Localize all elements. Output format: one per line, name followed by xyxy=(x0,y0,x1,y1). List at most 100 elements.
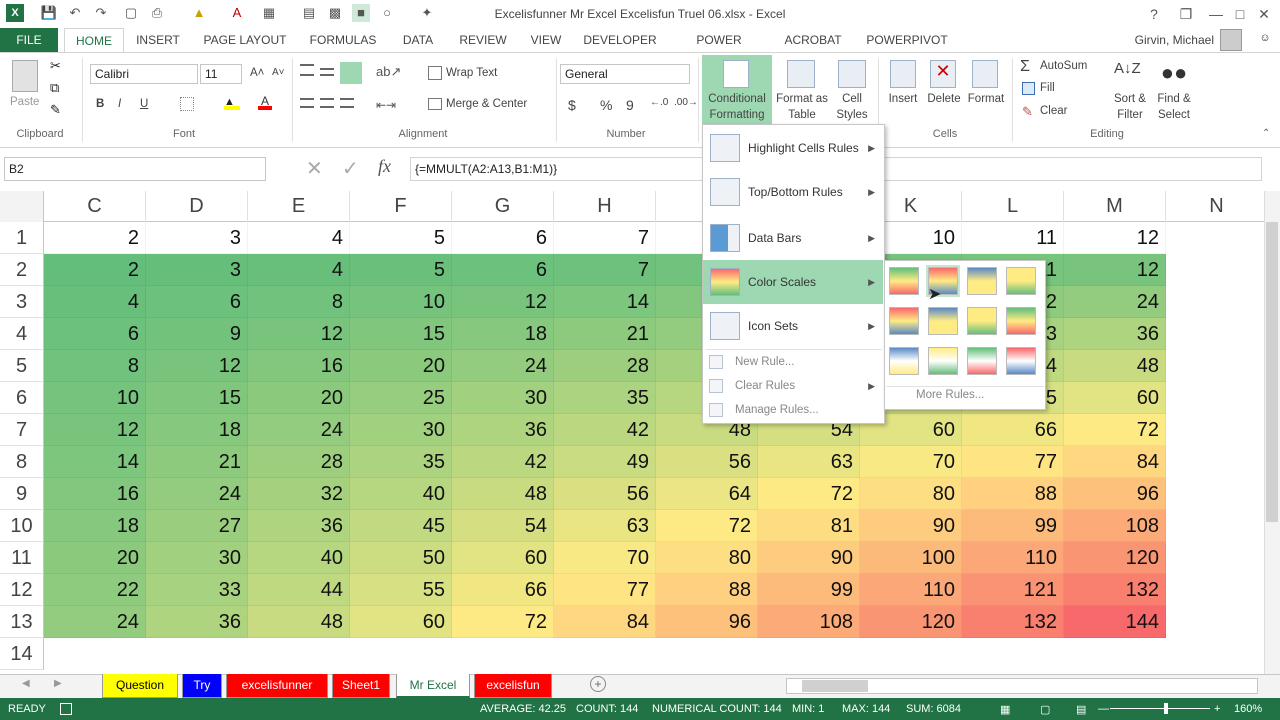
menu-item-color-scales[interactable]: Color Scales ▶ xyxy=(703,260,883,304)
table-cell[interactable]: 48 xyxy=(452,478,554,510)
currency-button[interactable]: $ xyxy=(568,97,576,113)
smiley-icon[interactable]: ☺ xyxy=(1256,32,1274,48)
menu-item-icon-sets[interactable]: Icon Sets ▶ xyxy=(703,304,883,348)
collapse-ribbon-icon[interactable]: ⌃ xyxy=(1262,128,1270,139)
color-scale-swatch[interactable] xyxy=(889,307,919,335)
normal-view-icon[interactable]: ▦ xyxy=(1000,703,1010,716)
tab-developer[interactable]: DEVELOPER xyxy=(582,28,658,52)
table-cell[interactable]: 55 xyxy=(350,574,452,606)
delete-cells-button[interactable]: Delete xyxy=(924,93,964,105)
row-header-12[interactable]: 12 xyxy=(0,574,44,606)
find-select-label-2[interactable]: Select xyxy=(1152,109,1196,121)
table-cell[interactable]: 48 xyxy=(248,606,350,638)
table-cell[interactable]: 6 xyxy=(146,286,248,318)
table-cell[interactable]: 108 xyxy=(1064,510,1166,542)
table-cell[interactable]: 72 xyxy=(758,478,860,510)
ribbon-display-button[interactable]: ❐ xyxy=(1172,4,1200,24)
column-header-f[interactable]: F xyxy=(350,191,452,222)
table-cell[interactable]: 132 xyxy=(1064,574,1166,606)
table-cell[interactable]: 90 xyxy=(758,542,860,574)
tab-page-layout[interactable]: PAGE LAYOUT xyxy=(200,28,290,52)
table-cell[interactable]: 36 xyxy=(1064,318,1166,350)
tab-formulas[interactable]: FORMULAS xyxy=(306,28,380,52)
table-cell[interactable]: 15 xyxy=(146,382,248,414)
align-bottom-icon[interactable] xyxy=(340,62,362,84)
format-as-table-label-2[interactable]: Table xyxy=(772,109,832,121)
prev-sheet-icon[interactable]: ◀ xyxy=(22,678,30,689)
sheet-tab[interactable]: Sheet1 xyxy=(332,674,390,698)
menu-item-clear-rules[interactable]: Clear Rules ▶ xyxy=(703,374,883,398)
enter-formula-icon[interactable]: ✓ xyxy=(342,156,359,181)
table-cell[interactable]: 42 xyxy=(452,446,554,478)
color-scale-swatch[interactable] xyxy=(889,347,919,375)
table-cell[interactable]: 132 xyxy=(962,606,1064,638)
color-scale-swatch[interactable] xyxy=(967,267,997,295)
table-cell[interactable]: 12 xyxy=(146,350,248,382)
format-as-table-icon[interactable] xyxy=(787,60,815,88)
table-cell[interactable]: 4 xyxy=(248,254,350,286)
table-cell[interactable]: 49 xyxy=(554,446,656,478)
table-cell[interactable]: 64 xyxy=(656,478,758,510)
font-size-box[interactable]: 11 xyxy=(200,64,242,84)
avatar[interactable] xyxy=(1220,29,1242,51)
column-header-d[interactable]: D xyxy=(146,191,248,222)
zoom-in-icon[interactable]: + xyxy=(1214,703,1220,715)
row-header-10[interactable]: 10 xyxy=(0,510,44,542)
underline-button[interactable]: U xyxy=(140,98,148,110)
table-cell[interactable]: 121 xyxy=(962,574,1064,606)
macro-record-icon[interactable] xyxy=(60,703,72,715)
table-cell[interactable]: 35 xyxy=(350,446,452,478)
table-cell[interactable]: 4 xyxy=(44,286,146,318)
italic-button[interactable]: I xyxy=(118,98,121,110)
align-middle-icon[interactable] xyxy=(320,68,334,76)
zoom-slider[interactable] xyxy=(1110,708,1210,709)
fill-button[interactable]: Fill xyxy=(1040,82,1055,94)
table-cell[interactable]: 14 xyxy=(554,286,656,318)
table-cell[interactable]: 42 xyxy=(554,414,656,446)
table-cell[interactable]: 5 xyxy=(350,254,452,286)
number-format-box[interactable]: General xyxy=(560,64,690,84)
zoom-out-icon[interactable]: — xyxy=(1098,703,1109,715)
table-cell[interactable]: 20 xyxy=(44,542,146,574)
merge-center-icon[interactable] xyxy=(428,98,442,110)
orientation-icon[interactable]: ab↗ xyxy=(376,64,401,80)
color-scale-swatch[interactable] xyxy=(928,307,958,335)
find-select-label-1[interactable]: Find & xyxy=(1152,93,1196,105)
table-cell[interactable]: 72 xyxy=(656,510,758,542)
table-cell[interactable]: 80 xyxy=(656,542,758,574)
user-name[interactable]: Girvin, Michael xyxy=(1110,28,1214,52)
table-cell[interactable]: 8 xyxy=(248,286,350,318)
table-cell[interactable]: 96 xyxy=(1064,478,1166,510)
menu-item-manage-rules[interactable]: Manage Rules... xyxy=(703,398,883,422)
zoom-slider-thumb[interactable] xyxy=(1164,703,1168,714)
zoom-level[interactable]: 160% xyxy=(1234,703,1262,715)
align-top-icon[interactable] xyxy=(300,64,314,76)
table-cell[interactable]: 66 xyxy=(452,574,554,606)
table-cell[interactable]: 24 xyxy=(452,350,554,382)
table-cell[interactable]: 30 xyxy=(146,542,248,574)
color-scale-swatch[interactable] xyxy=(1006,347,1036,375)
cell-styles-label-1[interactable]: Cell xyxy=(830,93,874,105)
table-cell[interactable]: 28 xyxy=(248,446,350,478)
table-cell[interactable]: 16 xyxy=(248,350,350,382)
align-right-icon[interactable] xyxy=(340,98,354,108)
table-cell[interactable]: 30 xyxy=(350,414,452,446)
table-cell[interactable]: 21 xyxy=(554,318,656,350)
table-cell[interactable]: 22 xyxy=(44,574,146,606)
increase-decimal-icon[interactable]: ←.0 xyxy=(650,97,668,108)
tab-review[interactable]: REVIEW xyxy=(456,28,510,52)
table-cell[interactable]: 14 xyxy=(44,446,146,478)
table-cell[interactable]: 12 xyxy=(452,286,554,318)
header-cell[interactable]: 7 xyxy=(554,222,656,254)
bold-button[interactable]: B xyxy=(96,98,104,110)
delete-cells-icon[interactable]: ✕ xyxy=(930,60,956,88)
menu-item-new-rule[interactable]: New Rule... xyxy=(703,350,883,374)
fill-icon[interactable] xyxy=(1022,82,1035,95)
column-header-h[interactable]: H xyxy=(554,191,656,222)
clear-button[interactable]: Clear xyxy=(1040,105,1067,117)
binoculars-icon[interactable]: ●● xyxy=(1160,60,1188,88)
table-cell[interactable]: 50 xyxy=(350,542,452,574)
row-header-8[interactable]: 8 xyxy=(0,446,44,478)
table-cell[interactable]: 45 xyxy=(350,510,452,542)
cancel-formula-icon[interactable]: ✕ xyxy=(306,156,323,181)
